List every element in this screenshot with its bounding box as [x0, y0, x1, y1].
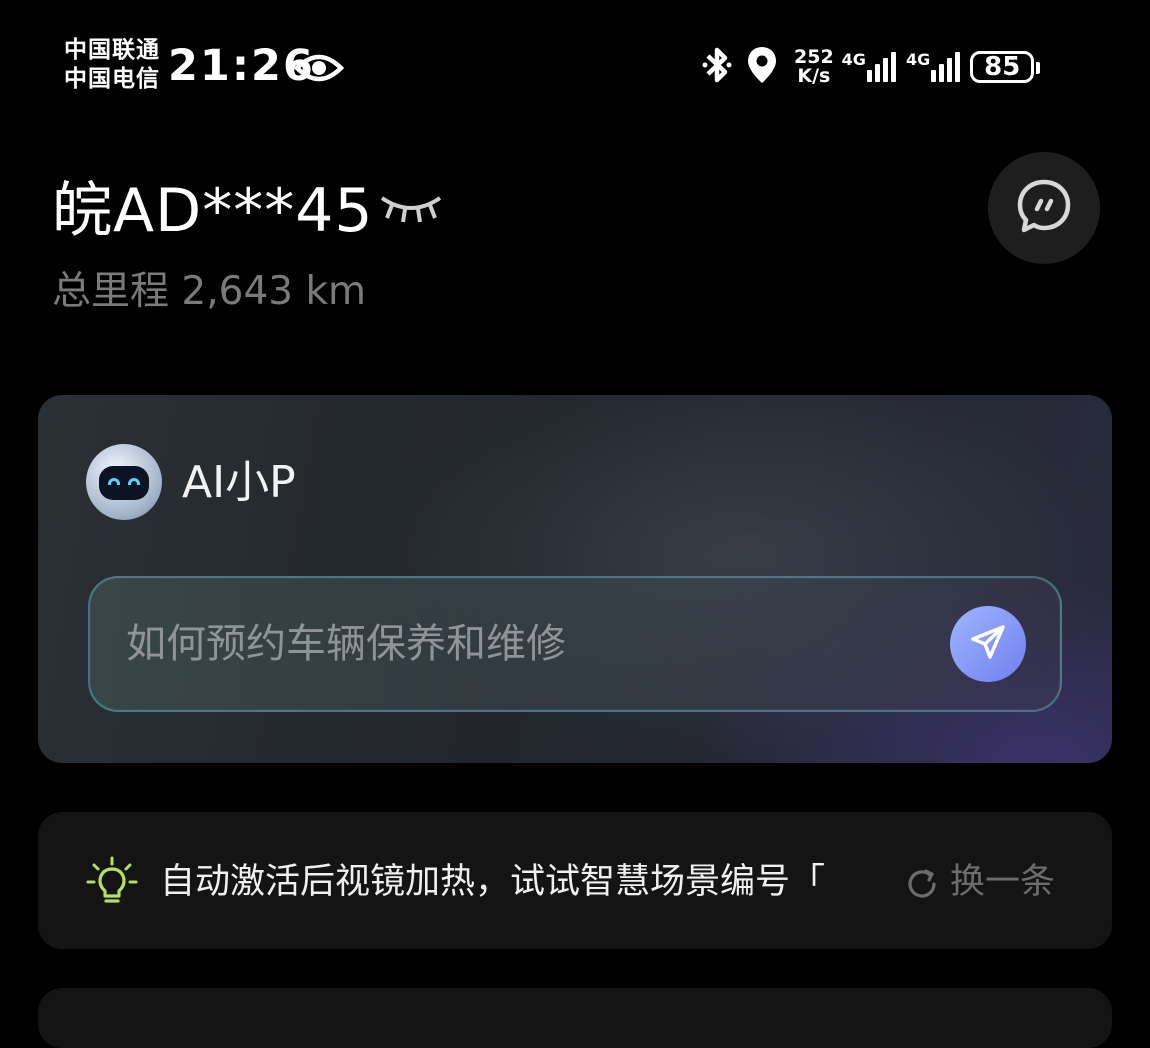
lightbulb-icon [86, 856, 138, 914]
license-plate: 皖AD***45 [52, 176, 374, 246]
carrier-2: 中国电信 [64, 66, 160, 92]
signal-icon: 4G [842, 52, 896, 82]
battery-icon: 85 [970, 51, 1041, 83]
sim1-network-type: 4G [841, 50, 866, 69]
network-speed: 252 K/s [794, 48, 834, 86]
robot-avatar-icon [86, 444, 162, 520]
tip-text[interactable]: 自动激活后视镜加热，试试智慧场景编号「 [160, 859, 876, 905]
assistant-input-placeholder[interactable]: 如何预约车辆保养和维修 [126, 618, 566, 670]
mileage-label: 总里程 [52, 269, 170, 314]
send-button[interactable] [950, 606, 1026, 682]
assistant-name: AI小P [182, 457, 296, 508]
chat-bubble-icon [1016, 178, 1072, 238]
location-icon [746, 45, 778, 89]
next-card [38, 988, 1112, 1048]
send-icon [968, 622, 1008, 666]
refresh-icon[interactable] [904, 866, 940, 906]
network-speed-unit: K/s [797, 65, 831, 87]
carrier-names: 中国联通 中国电信 [64, 36, 160, 94]
battery-level: 85 [984, 52, 1021, 82]
sim2-network-type: 4G [905, 50, 931, 69]
eye-closed-icon[interactable] [378, 192, 444, 232]
mileage-value: 2,643 km [181, 269, 367, 314]
carrier-1: 中国联通 [64, 37, 160, 63]
signal-icon: 4G [905, 50, 961, 82]
refresh-tip-button[interactable]: 换一条 [950, 859, 1055, 905]
status-icons: 252 K/s 4G 4G 85 [700, 44, 1041, 90]
total-mileage: 总里程 2,643 km [52, 268, 366, 316]
status-time: 21:26 [168, 41, 315, 91]
bluetooth-icon [700, 45, 734, 89]
chat-button[interactable] [988, 152, 1100, 264]
eye-icon [293, 48, 345, 92]
